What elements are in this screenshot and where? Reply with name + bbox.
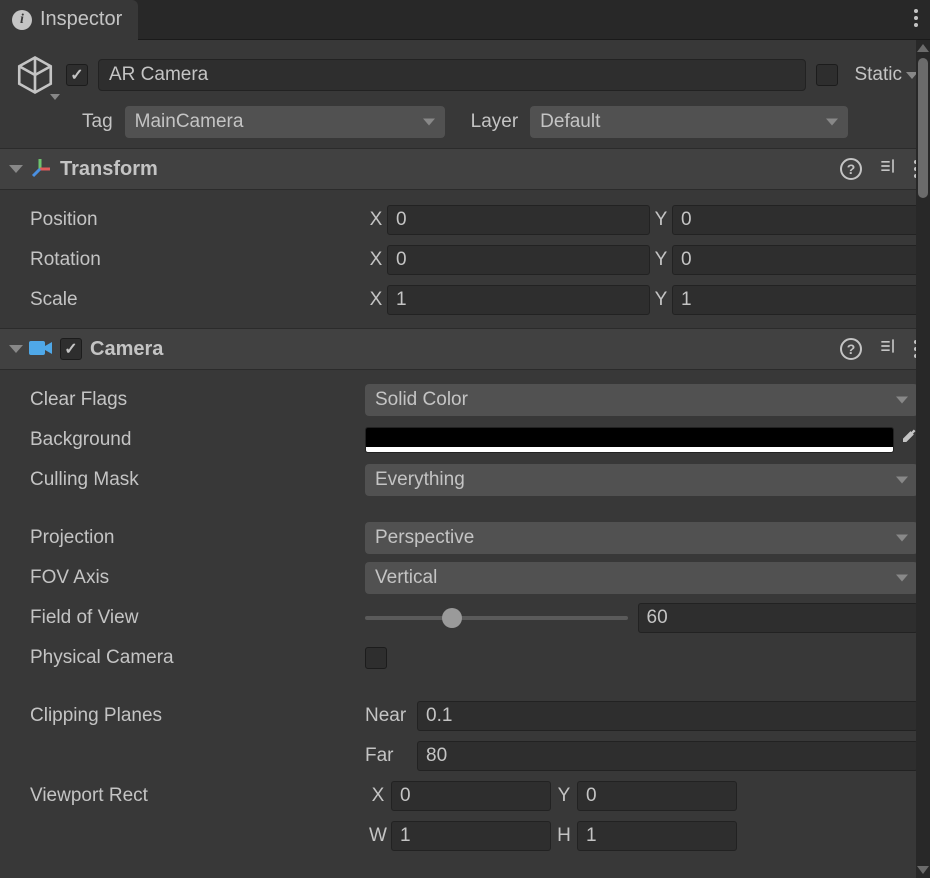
viewport-y-input[interactable]	[577, 781, 737, 811]
position-label: Position	[30, 209, 365, 231]
help-icon[interactable]: ?	[840, 338, 862, 360]
inspector-tab[interactable]: i Inspector	[0, 0, 138, 40]
name-input[interactable]	[98, 59, 806, 91]
camera-body: Clear Flags Solid Color Background Culli…	[0, 370, 930, 864]
tag-layer-row: Tag MainCamera Layer Default	[0, 102, 930, 148]
clipping-label: Clipping Planes	[30, 705, 365, 727]
scale-x-input[interactable]	[387, 285, 650, 315]
fov-label: Field of View	[30, 607, 365, 629]
help-icon[interactable]: ?	[840, 158, 862, 180]
viewport-h-input[interactable]	[577, 821, 737, 851]
scrollbar-down-icon[interactable]	[917, 866, 929, 874]
camera-title: Camera	[90, 338, 163, 361]
scale-label: Scale	[30, 289, 365, 311]
gameobject-cube-icon[interactable]	[14, 54, 56, 96]
viewport-x-input[interactable]	[391, 781, 551, 811]
camera-icon	[28, 337, 52, 361]
preset-icon[interactable]	[878, 336, 898, 362]
tab-title: Inspector	[40, 8, 122, 31]
fov-value-input[interactable]	[638, 603, 919, 633]
physical-camera-label: Physical Camera	[30, 647, 365, 669]
rotation-y-input[interactable]	[672, 245, 930, 275]
far-label: Far	[365, 745, 417, 767]
static-dropdown[interactable]: Static	[848, 64, 918, 86]
preset-icon[interactable]	[878, 156, 898, 182]
layer-dropdown[interactable]: Default	[530, 106, 848, 138]
rotation-label: Rotation	[30, 249, 365, 271]
transform-title: Transform	[60, 158, 158, 181]
transform-body: Position X Y Z Rotation X Y Z Scale X Y …	[0, 190, 930, 328]
fov-axis-label: FOV Axis	[30, 567, 365, 589]
kebab-icon[interactable]	[914, 9, 918, 31]
position-y-input[interactable]	[672, 205, 930, 235]
clear-flags-dropdown[interactable]: Solid Color	[365, 384, 918, 416]
fov-axis-dropdown[interactable]: Vertical	[365, 562, 918, 594]
camera-header[interactable]: Camera ?	[0, 328, 930, 370]
near-input[interactable]	[417, 701, 918, 731]
transform-icon	[28, 157, 52, 181]
layer-label: Layer	[471, 111, 519, 133]
info-icon: i	[12, 10, 32, 30]
eyedropper-icon[interactable]	[898, 427, 918, 453]
background-color-field[interactable]	[365, 427, 894, 453]
gameobject-header: Static	[0, 40, 930, 102]
viewport-w-input[interactable]	[391, 821, 551, 851]
projection-label: Projection	[30, 527, 365, 549]
scrollbar-up-icon[interactable]	[917, 44, 929, 52]
rotation-x-input[interactable]	[387, 245, 650, 275]
tag-label: Tag	[82, 111, 113, 133]
background-label: Background	[30, 429, 365, 451]
clear-flags-label: Clear Flags	[30, 389, 365, 411]
active-checkbox[interactable]	[66, 64, 88, 86]
static-checkbox[interactable]	[816, 64, 838, 86]
scrollbar-thumb[interactable]	[918, 58, 928, 198]
position-x-input[interactable]	[387, 205, 650, 235]
culling-mask-label: Culling Mask	[30, 469, 365, 491]
foldout-icon	[9, 165, 23, 173]
physical-camera-checkbox[interactable]	[365, 647, 387, 669]
foldout-icon	[9, 345, 23, 353]
fov-slider[interactable]	[365, 616, 628, 620]
vertical-scrollbar[interactable]	[916, 40, 930, 878]
viewport-label: Viewport Rect	[30, 785, 365, 807]
projection-dropdown[interactable]: Perspective	[365, 522, 918, 554]
near-label: Near	[365, 705, 417, 727]
panel-tab-bar: i Inspector	[0, 0, 930, 40]
scale-y-input[interactable]	[672, 285, 930, 315]
camera-enable-checkbox[interactable]	[60, 338, 82, 360]
far-input[interactable]	[417, 741, 918, 771]
transform-header[interactable]: Transform ?	[0, 148, 930, 190]
culling-mask-dropdown[interactable]: Everything	[365, 464, 918, 496]
tag-dropdown[interactable]: MainCamera	[125, 106, 445, 138]
